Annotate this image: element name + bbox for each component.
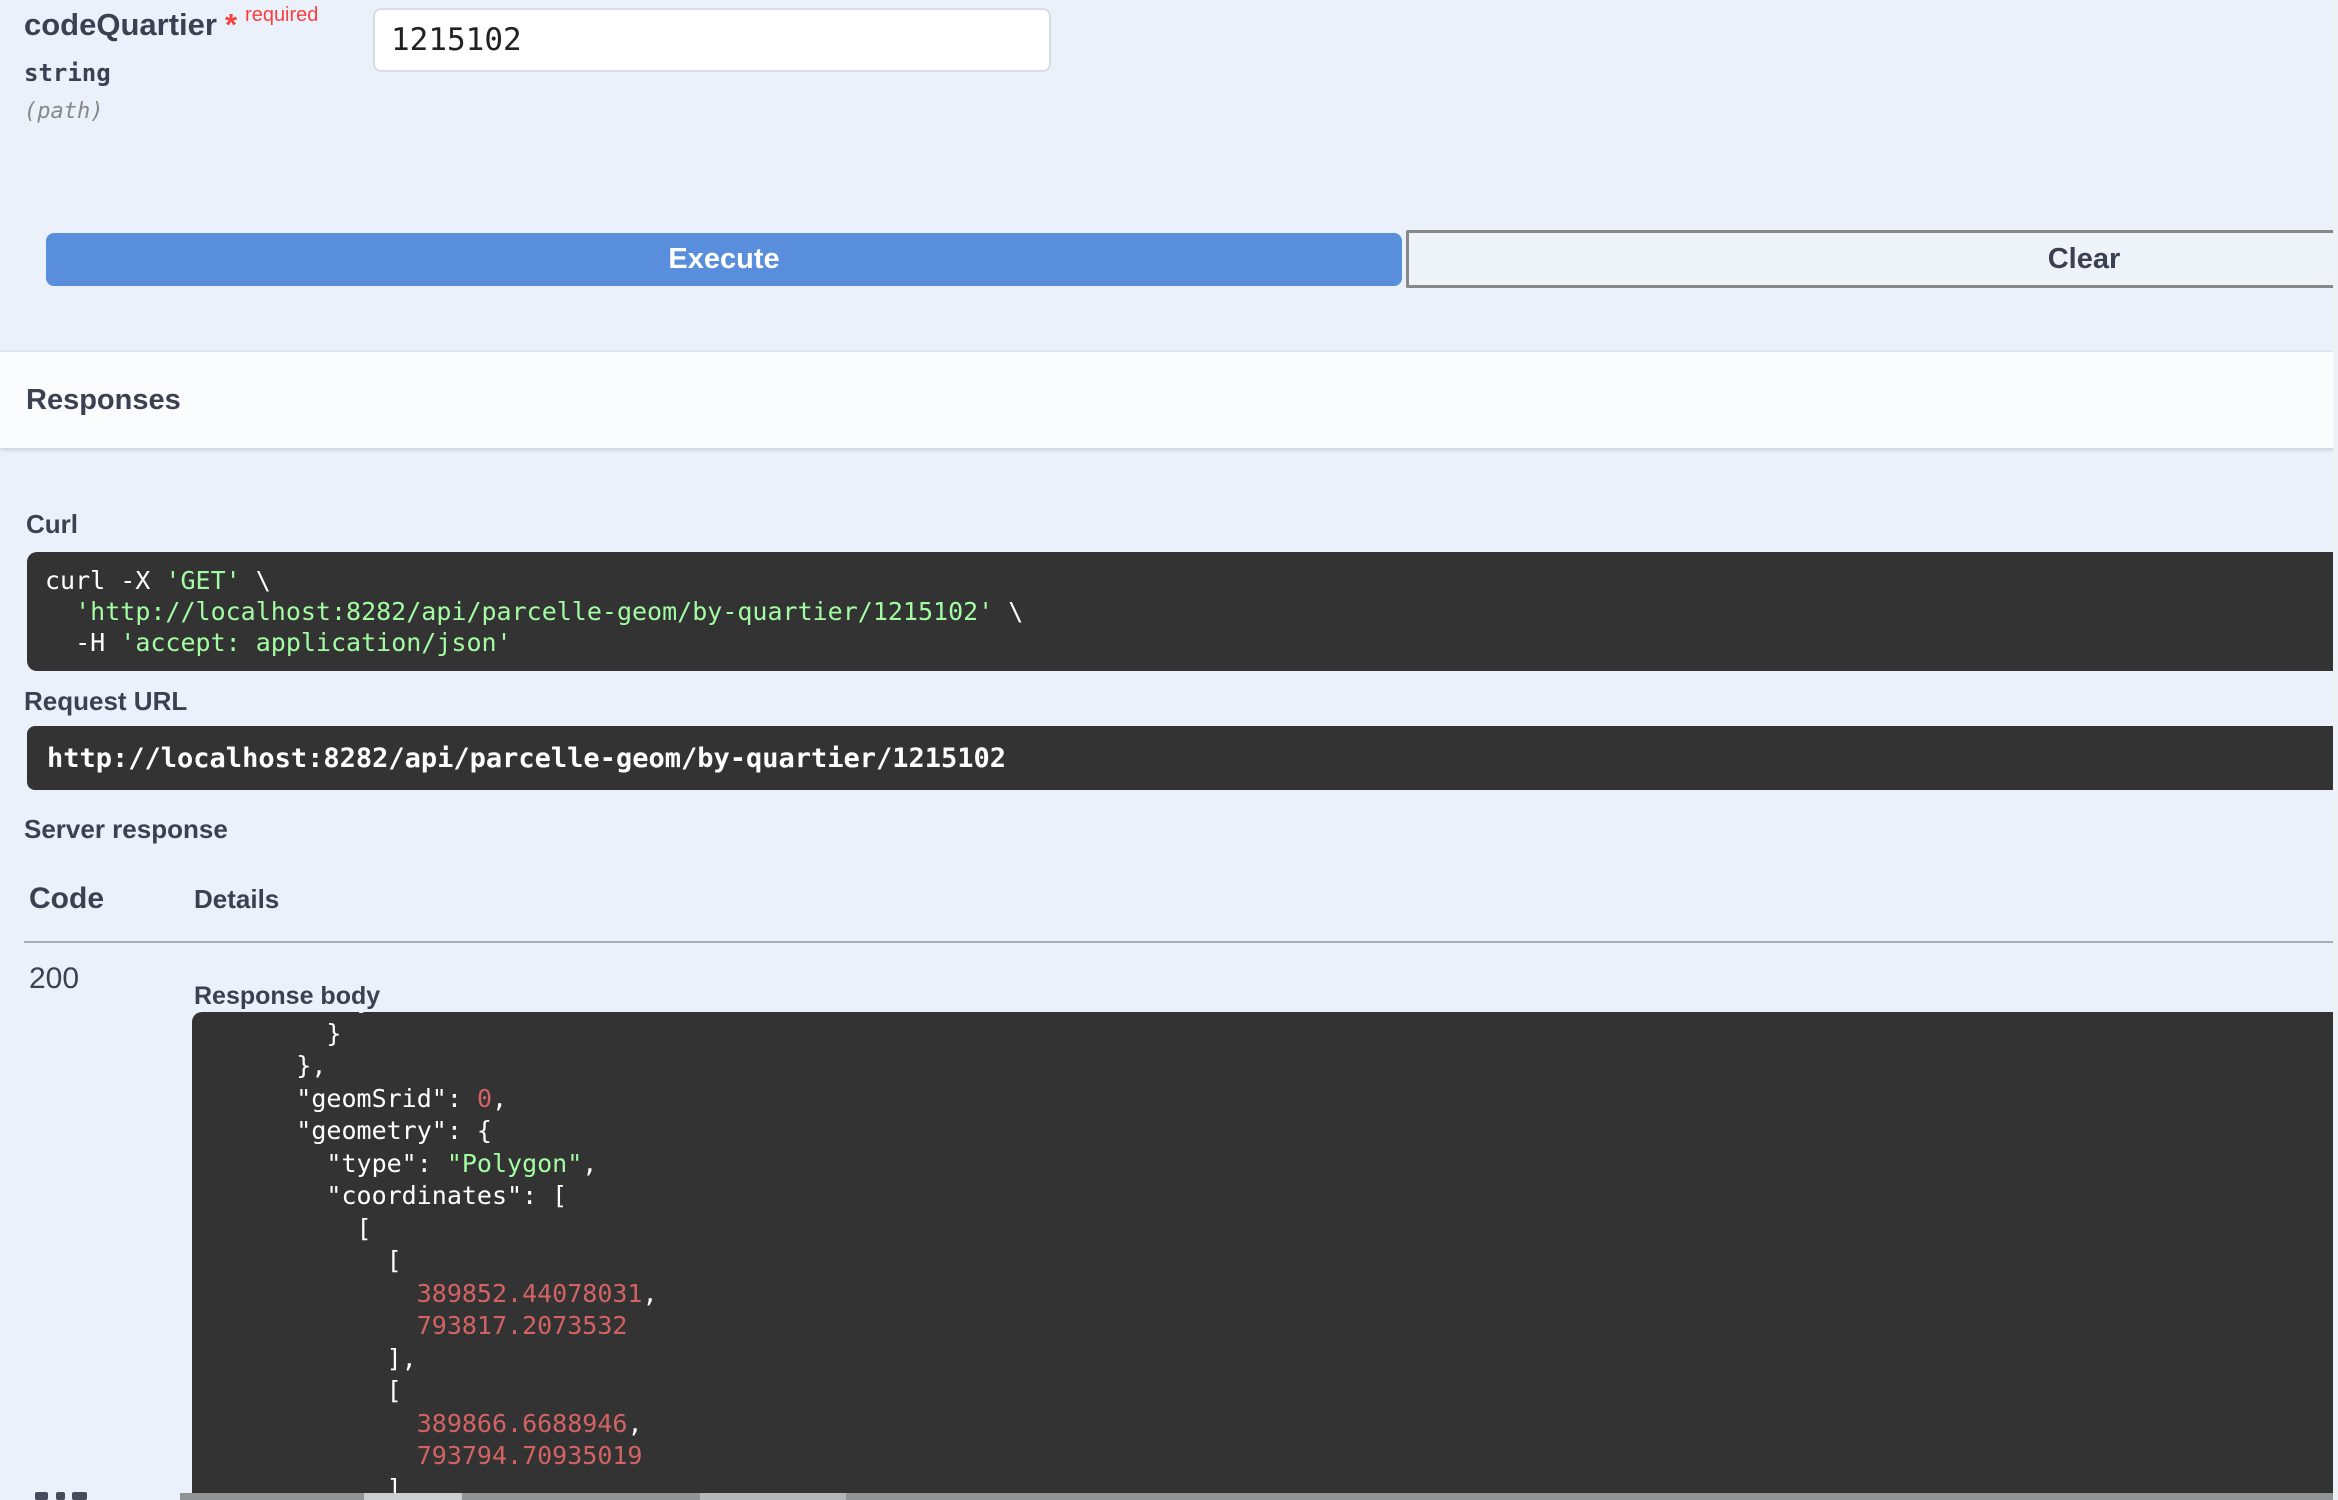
parameter-name: codeQuartier * required [24,4,318,43]
responses-title: Responses [26,383,181,416]
curl-command-block[interactable]: curl -X 'GET' \ 'http://localhost:8282/a… [27,552,2338,671]
code-column-header: Code [29,882,104,915]
horizontal-scrollbar-segment [700,1493,846,1500]
parameter-value-input[interactable] [373,8,1051,72]
parameter-location: (path) [24,99,104,124]
status-code: 200 [29,962,80,995]
curl-label: Curl [26,509,78,539]
required-label: required [245,4,319,26]
operation-block: codeQuartier* required string (path) Exec… [0,0,2338,1500]
execute-button[interactable]: Execute [46,233,1402,286]
parameter-type: string [24,59,111,87]
clear-button[interactable]: Clear [1406,230,2338,288]
clipped-text-fragment [72,1492,87,1500]
vertical-scrollbar[interactable] [2333,0,2338,1500]
server-response-label: Server response [24,814,228,844]
request-url-label: Request URL [24,686,188,716]
response-body-label: Response body [194,982,381,1010]
clipped-text-fragment [56,1492,65,1500]
response-body-block[interactable]: } } }, "geomSrid": 0, "geometry": { "typ… [192,1012,2338,1500]
swagger-ui-viewport: codeQuartier* required string (path) Exec… [0,0,2338,1500]
request-url-block: http://localhost:8282/api/parcelle-geom/… [27,726,2338,790]
required-asterisk: * [224,7,238,42]
horizontal-scrollbar-segment [364,1493,462,1500]
details-column-header: Details [194,884,280,914]
parameter-info: codeQuartier * required string (path) [24,4,318,124]
table-header-divider [24,941,2338,943]
responses-section-header: Responses [0,352,2338,448]
clipped-text-fragment [35,1492,48,1500]
parameter-name-text: codeQuartier [24,7,217,42]
request-url-value: http://localhost:8282/api/parcelle-geom/… [47,742,1007,774]
horizontal-scrollbar[interactable] [180,1493,2338,1500]
